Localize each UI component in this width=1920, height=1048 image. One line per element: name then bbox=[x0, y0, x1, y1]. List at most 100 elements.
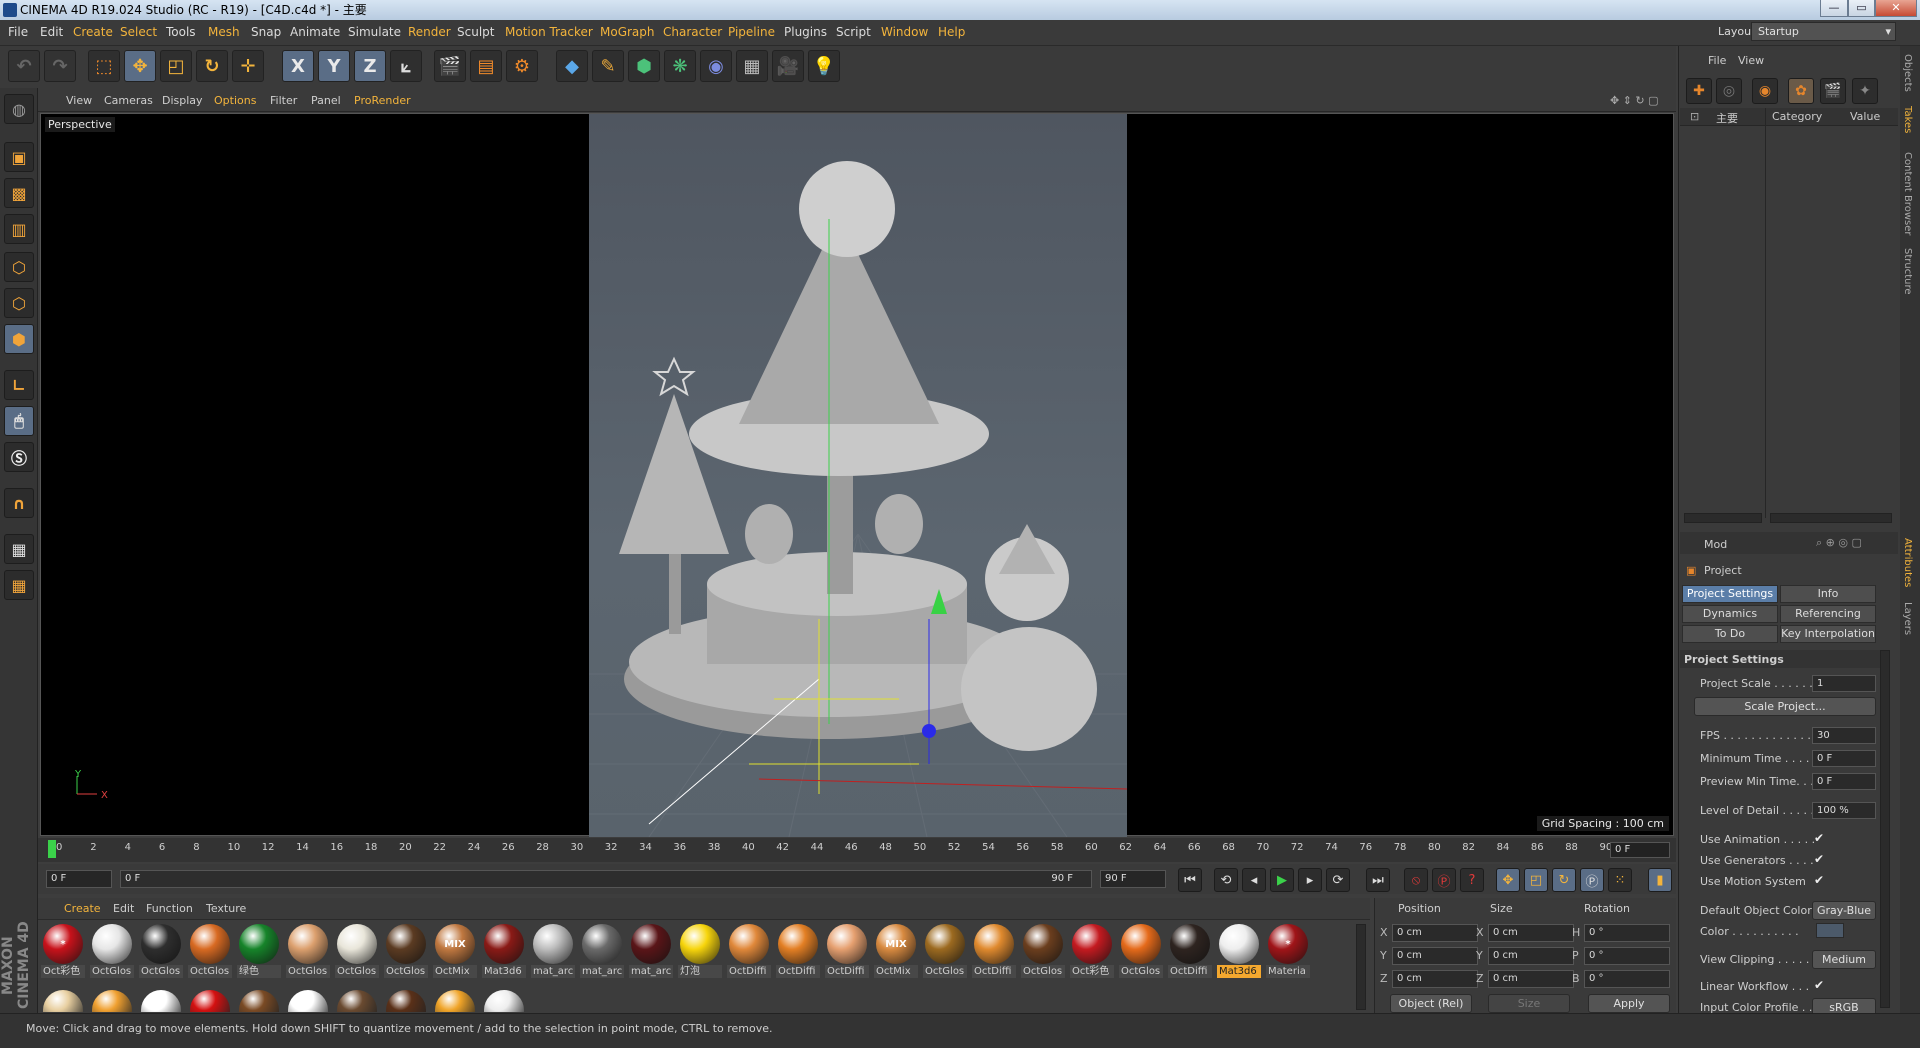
attributes-mode-menu[interactable]: Mod bbox=[1704, 538, 1727, 551]
menu-mograph[interactable]: MoGraph bbox=[600, 25, 655, 39]
recent-tool-button[interactable]: ✛ bbox=[232, 50, 264, 82]
edges-mode-icon[interactable]: ⬡ bbox=[4, 288, 34, 318]
takes-hscroll-left[interactable] bbox=[1684, 513, 1762, 523]
takes-hscroll-right[interactable] bbox=[1770, 513, 1892, 523]
material-swatch[interactable]: * Materia bbox=[1266, 924, 1310, 978]
menu-select[interactable]: Select bbox=[120, 25, 157, 39]
attributes-scrollbar[interactable] bbox=[1880, 650, 1890, 1008]
tab-referencing[interactable]: Referencing bbox=[1780, 605, 1876, 623]
objects-menu-file[interactable]: File bbox=[1708, 54, 1726, 67]
move-tool-button[interactable]: ✥ bbox=[124, 50, 156, 82]
material-swatch[interactable]: Mat3d6 bbox=[1217, 924, 1261, 978]
size-field[interactable]: 0 cm bbox=[1488, 947, 1574, 965]
material-scrollbar[interactable] bbox=[1356, 924, 1366, 1010]
viewport-nav-icons[interactable]: ✥ ⇕ ↻ ▢ bbox=[1610, 94, 1659, 107]
take-expand-icon[interactable]: ⊡ bbox=[1690, 110, 1699, 123]
make-editable-icon[interactable]: ◍ bbox=[4, 94, 34, 124]
go-to-end-button[interactable]: ⏭ bbox=[1366, 868, 1390, 892]
preview-range-slider[interactable]: 0 F 90 F bbox=[120, 870, 1092, 888]
tab-key-interpolation[interactable]: Key Interpolation bbox=[1780, 625, 1876, 643]
menu-script[interactable]: Script bbox=[836, 25, 871, 39]
play-button[interactable]: ▶ bbox=[1270, 868, 1294, 892]
tweak-mode-icon[interactable]: 🖱 bbox=[4, 406, 34, 436]
workplane-icon[interactable]: ▥ bbox=[4, 214, 34, 244]
key-point-level-button[interactable]: ⁙ bbox=[1608, 868, 1632, 892]
menu-file[interactable]: File bbox=[8, 25, 28, 39]
size-mode-dropdown[interactable]: Size bbox=[1488, 994, 1570, 1013]
size-field[interactable]: 0 cm bbox=[1488, 924, 1574, 942]
level-of-detail-field[interactable]: 100 % bbox=[1812, 802, 1876, 819]
start-frame-field[interactable]: 0 F bbox=[46, 870, 112, 888]
prev-key-button[interactable]: ⟲ bbox=[1214, 868, 1238, 892]
use-motion-system-checkbox[interactable]: ✔ bbox=[1814, 873, 1824, 887]
planar-workplane-icon[interactable]: ▦ bbox=[4, 570, 34, 600]
key-rotation-button[interactable]: ↻ bbox=[1552, 868, 1576, 892]
mat-menu-create[interactable]: Create bbox=[64, 902, 101, 915]
project-scale-field[interactable]: 1 bbox=[1812, 675, 1876, 692]
material-swatch[interactable]: mat_arc bbox=[580, 924, 624, 978]
menu-sculpt[interactable]: Sculpt bbox=[457, 25, 494, 39]
mat-menu-texture[interactable]: Texture bbox=[206, 902, 246, 915]
playhead[interactable] bbox=[48, 840, 56, 858]
default-object-color-dropdown[interactable]: Gray-Blue bbox=[1812, 901, 1876, 920]
layout-dropdown[interactable]: Startup ▾ bbox=[1751, 22, 1896, 41]
axis-mode-icon[interactable]: ∟ bbox=[4, 370, 34, 400]
cube-button[interactable]: ◆ bbox=[556, 50, 588, 82]
next-frame-button[interactable]: ▸ bbox=[1298, 868, 1322, 892]
size-field[interactable]: 0 cm bbox=[1488, 970, 1574, 988]
current-frame-field[interactable]: 0 F bbox=[1610, 842, 1670, 858]
menu-render[interactable]: Render bbox=[408, 25, 451, 39]
floor-button[interactable]: ▦ bbox=[736, 50, 768, 82]
material-swatch[interactable]: MIX OctMix bbox=[874, 924, 918, 978]
vp-menu-options[interactable]: Options bbox=[214, 94, 256, 107]
solo-icon[interactable]: Ⓢ bbox=[4, 442, 34, 472]
prev-frame-button[interactable]: ◂ bbox=[1242, 868, 1266, 892]
lock-workplane-icon[interactable]: ▦ bbox=[4, 534, 34, 564]
material-swatch[interactable]: OctGlos bbox=[1021, 924, 1065, 978]
material-swatch[interactable]: MIX OctMix bbox=[433, 924, 477, 978]
preview-min-time-field[interactable]: 0 F bbox=[1812, 773, 1876, 790]
material-swatch[interactable]: Oct彩色 bbox=[1070, 924, 1114, 978]
material-swatch[interactable]: OctGlos bbox=[1119, 924, 1163, 978]
key-parameter-button[interactable]: Ⓟ bbox=[1580, 868, 1604, 892]
take-auto-icon[interactable]: ✿ bbox=[1788, 78, 1814, 104]
render-settings-button[interactable]: ⚙ bbox=[506, 50, 538, 82]
take-main-label[interactable]: 主要 bbox=[1716, 110, 1738, 126]
texture-mode-icon[interactable]: ▩ bbox=[4, 178, 34, 208]
menu-create[interactable]: Create bbox=[73, 25, 113, 39]
material-swatch[interactable]: OctGlos bbox=[90, 924, 134, 978]
autokey-button[interactable]: Ⓟ bbox=[1432, 868, 1456, 892]
redo-button[interactable]: ↷ bbox=[44, 50, 76, 82]
side-tab-objects[interactable]: Objects bbox=[1902, 54, 1913, 92]
side-tab-layers[interactable]: Layers bbox=[1902, 602, 1913, 635]
viewport[interactable]: Perspective Grid Spacing : 100 cm Y X bbox=[40, 113, 1674, 837]
minimum-time-field[interactable]: 0 F bbox=[1812, 750, 1876, 767]
side-tab-takes[interactable]: Takes bbox=[1902, 106, 1913, 133]
tab-dynamics[interactable]: Dynamics bbox=[1682, 605, 1778, 623]
material-swatch[interactable]: OctDiffi bbox=[1168, 924, 1212, 978]
menu-edit[interactable]: Edit bbox=[40, 25, 63, 39]
close-button[interactable]: ✕ bbox=[1875, 0, 1917, 17]
x-axis-button[interactable]: X bbox=[282, 50, 314, 82]
menu-pipeline[interactable]: Pipeline bbox=[728, 25, 775, 39]
end-frame-field[interactable]: 90 F bbox=[1100, 870, 1166, 888]
color-swatch[interactable] bbox=[1816, 923, 1844, 938]
vp-menu-cameras[interactable]: Cameras bbox=[104, 94, 153, 107]
position-field[interactable]: 0 cm bbox=[1392, 947, 1478, 965]
menu-window[interactable]: Window bbox=[881, 25, 928, 39]
polygons-mode-icon[interactable]: ⬢ bbox=[4, 324, 34, 354]
menu-mesh[interactable]: Mesh bbox=[208, 25, 240, 39]
mograph-cloner-button[interactable]: ❋ bbox=[664, 50, 696, 82]
menu-motion-tracker[interactable]: Motion Tracker bbox=[505, 25, 593, 39]
objects-menu-view[interactable]: View bbox=[1738, 54, 1764, 67]
maximize-button[interactable]: ▭ bbox=[1848, 0, 1875, 17]
vp-menu-panel[interactable]: Panel bbox=[311, 94, 341, 107]
coord-mode-dropdown[interactable]: Object (Rel) bbox=[1390, 994, 1472, 1013]
take-add-icon[interactable]: ✚ bbox=[1686, 78, 1712, 104]
coordinate-system-button[interactable]: ⟀ bbox=[390, 50, 422, 82]
side-tab-attributes[interactable]: Attributes bbox=[1902, 538, 1913, 587]
take-override-icon[interactable]: ◉ bbox=[1752, 78, 1778, 104]
material-swatch[interactable]: OctDiffi bbox=[776, 924, 820, 978]
vp-menu-view[interactable]: View bbox=[66, 94, 92, 107]
scale-tool-button[interactable]: ◰ bbox=[160, 50, 192, 82]
